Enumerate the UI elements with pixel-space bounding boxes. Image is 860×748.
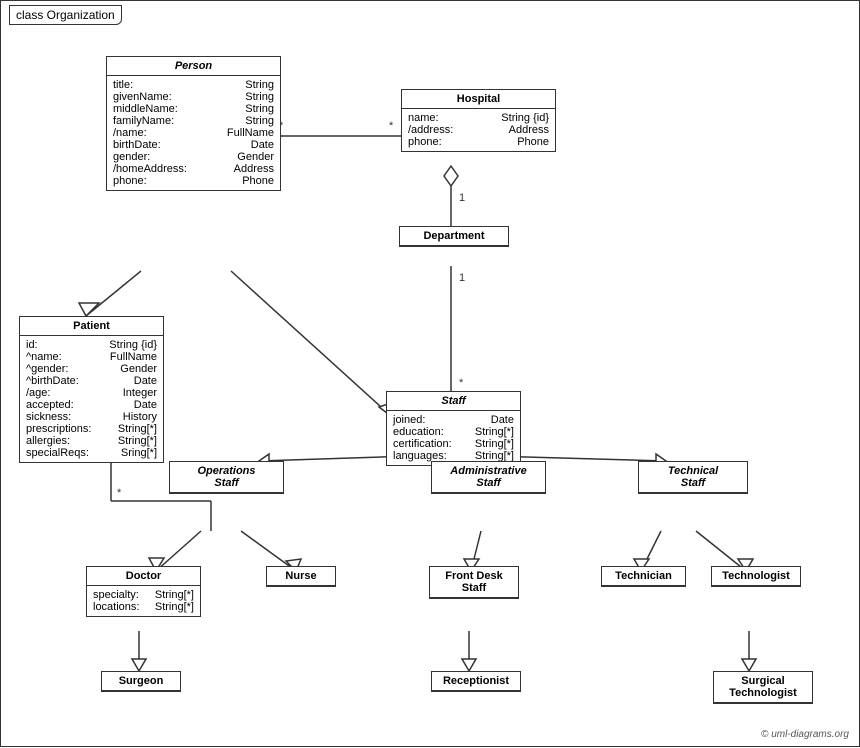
receptionist-class: Receptionist xyxy=(431,671,521,692)
nurse-class: Nurse xyxy=(266,566,336,587)
administrative-staff-class: AdministrativeStaff xyxy=(431,461,546,494)
administrative-staff-title: AdministrativeStaff xyxy=(432,462,545,493)
person-class: Person title:String givenName:String mid… xyxy=(106,56,281,191)
front-desk-staff-title: Front DeskStaff xyxy=(430,567,518,598)
hospital-class: Hospital name:String {id} /address:Addre… xyxy=(401,89,556,152)
person-title: Person xyxy=(107,57,280,76)
staff-title: Staff xyxy=(387,392,520,411)
staff-attrs: joined:Date education:String[*] certific… xyxy=(387,411,520,465)
staff-class: Staff joined:Date education:String[*] ce… xyxy=(386,391,521,466)
copyright: © uml-diagrams.org xyxy=(761,729,849,740)
surgical-technologist-class: SurgicalTechnologist xyxy=(713,671,813,704)
receptionist-title: Receptionist xyxy=(432,672,520,691)
nurse-title: Nurse xyxy=(267,567,335,586)
technical-staff-title: TechnicalStaff xyxy=(639,462,747,493)
surgical-technologist-title: SurgicalTechnologist xyxy=(714,672,812,703)
surgeon-title: Surgeon xyxy=(102,672,180,691)
svg-text:1: 1 xyxy=(459,272,465,284)
patient-class: Patient id:String {id} ^name:FullName ^g… xyxy=(19,316,164,463)
hospital-attrs: name:String {id} /address:Address phone:… xyxy=(402,109,555,151)
doctor-title: Doctor xyxy=(87,567,200,586)
technician-title: Technician xyxy=(602,567,685,586)
department-class: Department xyxy=(399,226,509,247)
patient-title: Patient xyxy=(20,317,163,336)
patient-attrs: id:String {id} ^name:FullName ^gender:Ge… xyxy=(20,336,163,462)
diagram-container: class Organization 1 * 1 * * * xyxy=(0,0,860,747)
operations-staff-class: OperationsStaff xyxy=(169,461,284,494)
operations-staff-title: OperationsStaff xyxy=(170,462,283,493)
front-desk-staff-class: Front DeskStaff xyxy=(429,566,519,599)
technologist-title: Technologist xyxy=(712,567,800,586)
surgeon-class: Surgeon xyxy=(101,671,181,692)
svg-text:*: * xyxy=(117,487,122,499)
svg-text:*: * xyxy=(459,377,464,389)
technician-class: Technician xyxy=(601,566,686,587)
doctor-attrs: specialty:String[*] locations:String[*] xyxy=(87,586,200,616)
doctor-class: Doctor specialty:String[*] locations:Str… xyxy=(86,566,201,617)
department-title: Department xyxy=(400,227,508,246)
person-attrs: title:String givenName:String middleName… xyxy=(107,76,280,190)
technical-staff-class: TechnicalStaff xyxy=(638,461,748,494)
svg-text:1: 1 xyxy=(459,192,465,204)
technologist-class: Technologist xyxy=(711,566,801,587)
hospital-title: Hospital xyxy=(402,90,555,109)
svg-text:*: * xyxy=(389,120,394,132)
diagram-title: class Organization xyxy=(9,5,122,25)
